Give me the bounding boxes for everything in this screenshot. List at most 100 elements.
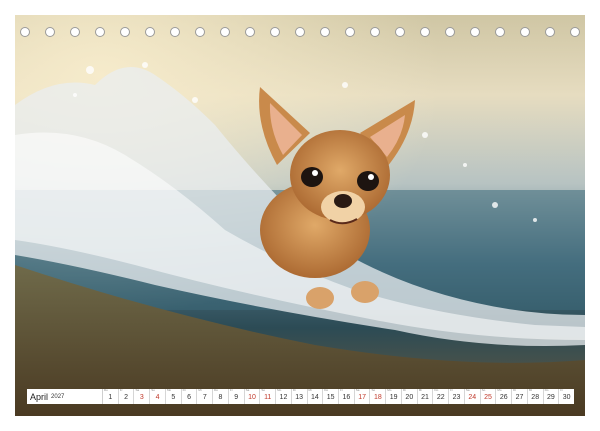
weekday-label: Fr xyxy=(560,388,564,392)
calendar-page: April 2027 Do 1 Fr 2 Sa 3 So 4 Mo 5 Di 6 Mi 7 Do 8 Fr 9 Sa… xyxy=(0,0,600,431)
day-cell: Mi 7 xyxy=(197,388,214,404)
weekday-label: Mi xyxy=(308,388,312,392)
weekday-label: Di xyxy=(513,388,516,392)
day-cell: Di 20 xyxy=(402,389,418,404)
binding-hole xyxy=(345,27,355,37)
day-number: 4 xyxy=(155,394,160,401)
day-cell: Do 22 xyxy=(433,389,450,404)
binding-hole xyxy=(420,27,430,37)
binding-hole xyxy=(245,27,255,37)
day-number: 3 xyxy=(139,394,144,401)
weekday-label: Fr xyxy=(119,388,123,392)
weekday-label: So xyxy=(261,388,266,392)
binding-hole xyxy=(520,27,530,37)
day-number: 24 xyxy=(468,394,477,401)
day-cell: Fr 30 xyxy=(559,389,574,404)
weekday-label: Di xyxy=(402,388,406,392)
binding-holes xyxy=(20,25,580,39)
binding-hole xyxy=(545,27,555,37)
day-cell: Do 15 xyxy=(323,388,340,404)
day-number: 25 xyxy=(484,394,492,401)
binding-hole xyxy=(570,27,580,37)
day-number: 9 xyxy=(234,394,239,401)
day-number: 10 xyxy=(248,394,256,401)
day-number: 13 xyxy=(295,394,304,401)
weekday-label: Sa xyxy=(245,388,250,392)
day-cell: Mi 28 xyxy=(528,389,544,404)
weekday-label: Sa xyxy=(135,388,140,392)
photo-illustration xyxy=(15,15,585,416)
day-cell: Di 13 xyxy=(292,389,308,404)
day-cell: Fr 23 xyxy=(449,389,465,404)
month-name: April xyxy=(30,391,49,402)
weekday-label: Do xyxy=(324,388,329,392)
day-cell: Sa 24 xyxy=(465,389,481,404)
binding-hole xyxy=(195,27,205,37)
binding-hole xyxy=(170,27,180,37)
weekday-label: Mi xyxy=(418,388,422,392)
day-cell: Fr 9 xyxy=(229,389,245,404)
day-number: 19 xyxy=(389,394,398,401)
day-cell: Fr 2 xyxy=(119,389,135,404)
day-cell: Do 1 xyxy=(103,389,119,404)
binding-hole xyxy=(120,27,130,37)
month-label: April 2027 xyxy=(27,389,103,404)
weekday-label: Mi xyxy=(198,388,202,392)
day-number: 5 xyxy=(171,394,176,401)
weekday-label: Sa xyxy=(355,388,360,392)
binding-hole xyxy=(370,27,380,37)
day-number: 29 xyxy=(547,394,555,401)
day-cell: Sa 10 xyxy=(245,389,261,404)
day-number: 14 xyxy=(311,394,319,401)
binding-hole xyxy=(95,27,105,37)
weekday-label: Do xyxy=(214,388,218,392)
day-cell: Fr 16 xyxy=(339,389,355,404)
weekday-label: So xyxy=(481,388,486,392)
binding-hole xyxy=(470,27,480,37)
day-number: 17 xyxy=(358,394,367,401)
weekday-label: Fr xyxy=(229,388,233,392)
day-number: 12 xyxy=(279,394,288,401)
day-number: 11 xyxy=(264,394,272,401)
chihuahua-surf-photo xyxy=(15,15,585,416)
day-cell: So 25 xyxy=(481,389,497,404)
day-number: 26 xyxy=(499,394,508,401)
day-cell: Di 27 xyxy=(512,389,528,404)
day-number: 6 xyxy=(187,394,191,401)
weekday-label: So xyxy=(151,388,155,392)
day-number: 28 xyxy=(531,394,540,401)
weekday-label: Mo xyxy=(277,388,282,392)
binding-hole xyxy=(445,27,455,37)
day-cell: So 11 xyxy=(260,388,277,404)
calendar-date-strip: April 2027 Do 1 Fr 2 Sa 3 So 4 Mo 5 Di 6 Mi 7 Do 8 Fr 9 Sa… xyxy=(27,389,574,404)
day-number: 1 xyxy=(108,394,113,401)
day-number: 21 xyxy=(421,394,429,401)
day-cell: So 4 xyxy=(150,389,166,404)
weekday-label: Mo xyxy=(497,388,502,392)
binding-hole xyxy=(145,27,155,37)
day-cell: Sa 3 xyxy=(134,388,151,404)
day-number: 18 xyxy=(373,394,382,401)
month-year: 2027 xyxy=(51,393,65,400)
day-number: 7 xyxy=(202,394,207,401)
weekday-label: Do xyxy=(544,388,549,392)
binding-hole xyxy=(320,27,330,37)
day-cells: Do 1 Fr 2 Sa 3 So 4 Mo 5 Di 6 Mi 7 Do 8 Fr 9 Sa 10 So 11 Mo 12 D… xyxy=(103,389,574,404)
binding-hole xyxy=(395,27,405,37)
day-number: 27 xyxy=(515,394,524,401)
day-number: 2 xyxy=(124,394,129,401)
weekday-label: Fr xyxy=(450,388,453,392)
day-number: 20 xyxy=(405,394,414,401)
day-cell: So 18 xyxy=(370,389,387,404)
binding-hole xyxy=(270,27,280,37)
binding-hole xyxy=(45,27,55,37)
day-cell: Mi 21 xyxy=(418,389,434,404)
weekday-label: Do xyxy=(104,388,108,392)
binding-hole xyxy=(70,27,80,37)
binding-hole xyxy=(295,27,305,37)
weekday-label: Sa xyxy=(465,388,470,392)
day-number: 30 xyxy=(562,394,571,401)
day-cell: Di 6 xyxy=(182,389,198,404)
weekday-label: Mi xyxy=(528,388,532,392)
day-number: 23 xyxy=(452,394,461,401)
